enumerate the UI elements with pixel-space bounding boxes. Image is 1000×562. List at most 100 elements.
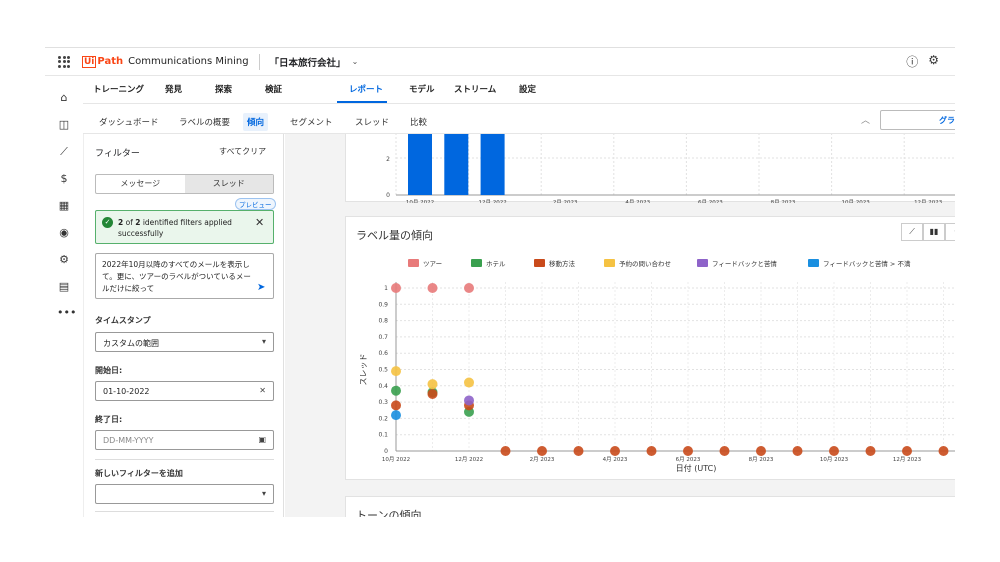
x-tick-label: 2月 2023 (530, 456, 555, 463)
legend-swatch (697, 259, 708, 267)
active-tab-indicator (337, 101, 387, 103)
data-point (683, 446, 693, 456)
trend-chart-icon[interactable]: ⟋ (57, 145, 71, 159)
card-title: トーンの傾向 (356, 509, 422, 517)
sync-icon[interactable]: $ (57, 172, 71, 186)
y-tick-label: 0.9 (378, 301, 388, 308)
gear-icon[interactable]: ⚙ (928, 53, 939, 70)
tab-streams[interactable]: ストリーム (454, 83, 496, 95)
clear-date-icon[interactable]: ✕ (259, 386, 266, 395)
data-point (427, 283, 438, 293)
alert-circle-icon[interactable]: ⓘ (906, 53, 918, 70)
subtab-segments[interactable]: セグメント (286, 113, 337, 131)
dataset-selector[interactable]: 「日本旅行会社」 (270, 55, 346, 69)
broadcast-icon[interactable]: ◉ (57, 226, 71, 240)
query-text[interactable]: 2022年10月以降のすべてのメールを表示して。更に、ツアーのラベルがついている… (102, 259, 252, 295)
y-tick-label: 2 (386, 156, 390, 163)
toggle-messages[interactable]: メッセージ (96, 175, 185, 193)
app-window: Ui Path Communications Mining 「日本旅行会社」 ⌄… (45, 47, 955, 517)
data-point (646, 446, 657, 456)
clear-all-button[interactable]: すべてクリア (219, 146, 266, 157)
x-tick-label: 6月 2023 (698, 199, 723, 203)
tone-trend-card: トーンの傾向 (345, 496, 955, 517)
scatter-chart-icon[interactable]: • (945, 223, 955, 241)
more-icon[interactable]: ••• (57, 306, 76, 320)
tab-reports[interactable]: レポート (349, 83, 383, 95)
legend-label: ホテル (486, 260, 506, 268)
tab-training[interactable]: トレーニング (93, 83, 144, 95)
subtab-compare[interactable]: 比較 (406, 113, 431, 131)
tab-discover[interactable]: 発見 (165, 83, 182, 95)
timestamp-select[interactable]: カスタムの範囲 ▾ (95, 332, 274, 352)
subtab-dashboard[interactable]: ダッシュボード (95, 113, 163, 131)
logo-ui-text: Ui (82, 55, 97, 68)
start-date-label: 開始日: (95, 366, 123, 375)
y-tick-label: 1 (384, 285, 388, 292)
bar (444, 134, 469, 195)
bar (480, 134, 505, 195)
end-date-field[interactable]: DD-MM-YYYY ▣ (95, 430, 274, 450)
data-point (719, 446, 730, 456)
document-icon[interactable]: ▤ (57, 280, 71, 294)
bar-chart-icon[interactable]: ▮▮ (923, 223, 945, 241)
graph-button[interactable]: グラフ (880, 110, 955, 130)
data-point (902, 446, 912, 456)
start-date-field[interactable]: 01-10-2022 ✕ (95, 381, 274, 401)
close-icon[interactable]: ✕ (255, 216, 264, 229)
tab-explore[interactable]: 探索 (215, 83, 232, 95)
filter-panel: フィルター すべてクリア メッセージ スレッド プレビュー ✓ 2 of 2 i… (83, 134, 284, 517)
home-icon[interactable]: ⌂ (57, 91, 71, 105)
uipath-logo[interactable]: Ui Path Communications Mining (82, 55, 249, 68)
x-tick-label: 10月 2022 (382, 456, 410, 463)
tab-settings[interactable]: 設定 (519, 83, 536, 95)
inbox-icon[interactable]: ◫ (57, 118, 71, 132)
data-point (573, 446, 584, 456)
x-tick-label: 8月 2023 (749, 456, 774, 463)
chevron-up-icon[interactable]: ︿ (861, 113, 870, 126)
subtab-threads[interactable]: スレッド (351, 113, 393, 131)
x-tick-label: 2月 2023 (553, 199, 578, 203)
left-rail: ⌂ ◫ ⟋ $ ▦ ◉ ⚙ ▤ ••• (45, 76, 83, 517)
natural-language-query-box[interactable]: 2022年10月以降のすべてのメールを表示して。更に、ツアーのラベルがついている… (95, 253, 274, 299)
chevron-down-icon[interactable]: ⌄ (352, 57, 359, 66)
send-icon[interactable]: ➤ (257, 282, 265, 293)
data-point (792, 446, 803, 456)
x-tick-label: 10月 2023 (841, 199, 870, 203)
settings-alt-icon[interactable]: ⚙ (57, 253, 71, 267)
label-volume-chart: ツアー ホテル 移動方法 予約の問い合わせ フィードバックと苦情 フィードバックと苦情 >… (359, 259, 955, 473)
chart-type-controls: ⟋ ▮▮ • (901, 223, 955, 241)
legend-label: フィードバックと苦情 > 不満 (823, 259, 911, 268)
data-point (391, 283, 401, 293)
tab-models[interactable]: モデル (409, 83, 435, 95)
apps-grid-icon[interactable] (58, 55, 70, 68)
thread-volume-card: 2 0 10月 2022 12月 2022 2月 2023 4月 2023 6月 2023 8… (345, 134, 955, 215)
tab-validation[interactable]: 検証 (265, 83, 282, 95)
data-point (427, 379, 438, 390)
legend-swatch (471, 259, 482, 267)
label-volume-trend-card: ラベル量の傾向 ⟋ ▮▮ • ツアー ホテル 移動方法 予約の問い合わせ フィードバック… (345, 216, 955, 480)
legend-swatch (534, 259, 545, 267)
data-point (427, 388, 438, 399)
legend-label: 移動方法 (549, 259, 576, 268)
y-axis-label: スレッド (359, 354, 368, 386)
toggle-threads[interactable]: スレッド (184, 175, 273, 193)
add-filter-select[interactable]: ▾ (95, 484, 274, 504)
legend-label: ツアー (423, 260, 442, 268)
calendar-icon[interactable]: ▣ (258, 435, 266, 444)
x-tick-label: 12月 2023 (893, 456, 922, 463)
add-filter-label: 新しいフィルターを追加 (95, 469, 183, 478)
y-tick-label: 0 (386, 192, 390, 199)
modules-icon[interactable]: ▦ (57, 199, 71, 213)
subtab-label-summary[interactable]: ラベルの概要 (175, 113, 234, 131)
logo-path-text: Path (97, 56, 124, 67)
timestamp-label: タイムスタンプ (95, 316, 151, 325)
data-point (391, 385, 401, 396)
y-tick-label: 0.5 (378, 367, 388, 374)
x-tick-label: 10月 2023 (820, 456, 849, 463)
data-point (756, 446, 766, 456)
divider (95, 459, 274, 460)
subtab-trends[interactable]: 傾向 (243, 113, 269, 131)
line-chart-icon[interactable]: ⟋ (901, 223, 923, 241)
data-point (500, 446, 511, 456)
report-content: 2 0 10月 2022 12月 2022 2月 2023 4月 2023 6月 2023 8… (285, 134, 955, 517)
